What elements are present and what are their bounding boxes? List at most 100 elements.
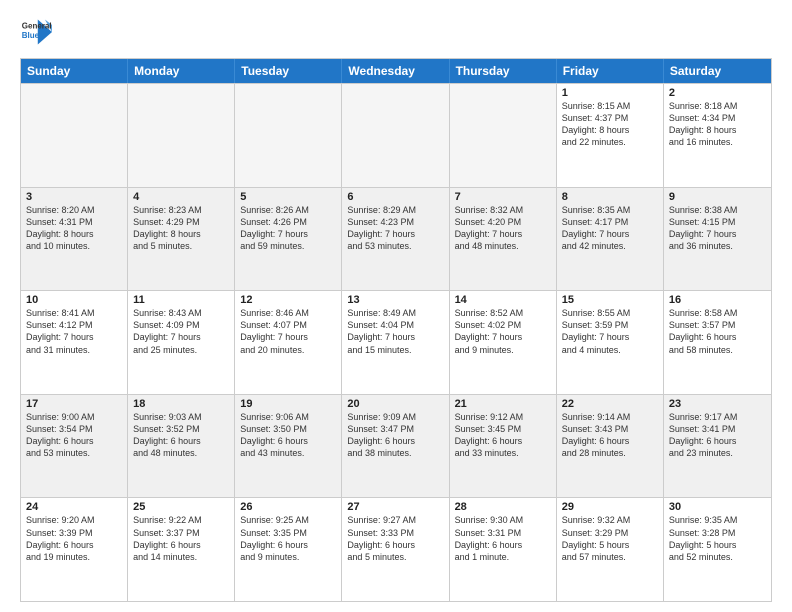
logo-icon: General Blue: [20, 16, 52, 48]
day-number: 1: [562, 87, 658, 99]
calendar-week-row: 17Sunrise: 9:00 AMSunset: 3:54 PMDayligh…: [21, 394, 771, 498]
day-number: 27: [347, 501, 443, 513]
calendar-header-cell: Saturday: [664, 59, 771, 83]
day-info: Sunrise: 8:55 AMSunset: 3:59 PMDaylight:…: [562, 307, 658, 356]
day-info: Sunrise: 9:00 AMSunset: 3:54 PMDaylight:…: [26, 411, 122, 460]
day-number: 5: [240, 191, 336, 203]
calendar-cell: 17Sunrise: 9:00 AMSunset: 3:54 PMDayligh…: [21, 395, 128, 498]
calendar-cell-empty: [21, 84, 128, 187]
day-info: Sunrise: 8:23 AMSunset: 4:29 PMDaylight:…: [133, 204, 229, 253]
day-number: 23: [669, 398, 766, 410]
calendar-cell: 27Sunrise: 9:27 AMSunset: 3:33 PMDayligh…: [342, 498, 449, 601]
day-number: 30: [669, 501, 766, 513]
svg-text:Blue: Blue: [22, 31, 40, 40]
day-number: 17: [26, 398, 122, 410]
calendar-cell: 29Sunrise: 9:32 AMSunset: 3:29 PMDayligh…: [557, 498, 664, 601]
calendar-header-cell: Wednesday: [342, 59, 449, 83]
day-number: 10: [26, 294, 122, 306]
calendar-cell: 25Sunrise: 9:22 AMSunset: 3:37 PMDayligh…: [128, 498, 235, 601]
calendar-cell: 1Sunrise: 8:15 AMSunset: 4:37 PMDaylight…: [557, 84, 664, 187]
day-number: 16: [669, 294, 766, 306]
day-info: Sunrise: 8:15 AMSunset: 4:37 PMDaylight:…: [562, 100, 658, 149]
calendar-header-cell: Thursday: [450, 59, 557, 83]
day-info: Sunrise: 9:03 AMSunset: 3:52 PMDaylight:…: [133, 411, 229, 460]
calendar-cell: 20Sunrise: 9:09 AMSunset: 3:47 PMDayligh…: [342, 395, 449, 498]
calendar-header-cell: Sunday: [21, 59, 128, 83]
day-info: Sunrise: 9:20 AMSunset: 3:39 PMDaylight:…: [26, 514, 122, 563]
day-number: 29: [562, 501, 658, 513]
calendar-cell: 12Sunrise: 8:46 AMSunset: 4:07 PMDayligh…: [235, 291, 342, 394]
calendar-cell-empty: [128, 84, 235, 187]
day-info: Sunrise: 8:43 AMSunset: 4:09 PMDaylight:…: [133, 307, 229, 356]
calendar-cell: 14Sunrise: 8:52 AMSunset: 4:02 PMDayligh…: [450, 291, 557, 394]
day-number: 7: [455, 191, 551, 203]
calendar-cell: 8Sunrise: 8:35 AMSunset: 4:17 PMDaylight…: [557, 188, 664, 291]
calendar-header-cell: Friday: [557, 59, 664, 83]
calendar-cell: 22Sunrise: 9:14 AMSunset: 3:43 PMDayligh…: [557, 395, 664, 498]
calendar-cell: 21Sunrise: 9:12 AMSunset: 3:45 PMDayligh…: [450, 395, 557, 498]
day-number: 3: [26, 191, 122, 203]
day-info: Sunrise: 8:20 AMSunset: 4:31 PMDaylight:…: [26, 204, 122, 253]
calendar: SundayMondayTuesdayWednesdayThursdayFrid…: [20, 58, 772, 602]
day-info: Sunrise: 9:22 AMSunset: 3:37 PMDaylight:…: [133, 514, 229, 563]
day-info: Sunrise: 9:17 AMSunset: 3:41 PMDaylight:…: [669, 411, 766, 460]
day-info: Sunrise: 9:25 AMSunset: 3:35 PMDaylight:…: [240, 514, 336, 563]
day-info: Sunrise: 8:32 AMSunset: 4:20 PMDaylight:…: [455, 204, 551, 253]
calendar-cell: 30Sunrise: 9:35 AMSunset: 3:28 PMDayligh…: [664, 498, 771, 601]
calendar-cell: 2Sunrise: 8:18 AMSunset: 4:34 PMDaylight…: [664, 84, 771, 187]
calendar-cell: 28Sunrise: 9:30 AMSunset: 3:31 PMDayligh…: [450, 498, 557, 601]
calendar-cell: 13Sunrise: 8:49 AMSunset: 4:04 PMDayligh…: [342, 291, 449, 394]
calendar-cell: 6Sunrise: 8:29 AMSunset: 4:23 PMDaylight…: [342, 188, 449, 291]
day-number: 11: [133, 294, 229, 306]
day-number: 6: [347, 191, 443, 203]
day-info: Sunrise: 8:49 AMSunset: 4:04 PMDaylight:…: [347, 307, 443, 356]
calendar-week-row: 24Sunrise: 9:20 AMSunset: 3:39 PMDayligh…: [21, 497, 771, 601]
calendar-cell: 11Sunrise: 8:43 AMSunset: 4:09 PMDayligh…: [128, 291, 235, 394]
day-info: Sunrise: 9:14 AMSunset: 3:43 PMDaylight:…: [562, 411, 658, 460]
day-info: Sunrise: 9:32 AMSunset: 3:29 PMDaylight:…: [562, 514, 658, 563]
calendar-week-row: 1Sunrise: 8:15 AMSunset: 4:37 PMDaylight…: [21, 83, 771, 187]
day-number: 20: [347, 398, 443, 410]
day-info: Sunrise: 9:27 AMSunset: 3:33 PMDaylight:…: [347, 514, 443, 563]
day-info: Sunrise: 8:29 AMSunset: 4:23 PMDaylight:…: [347, 204, 443, 253]
day-number: 8: [562, 191, 658, 203]
day-info: Sunrise: 8:18 AMSunset: 4:34 PMDaylight:…: [669, 100, 766, 149]
day-number: 21: [455, 398, 551, 410]
day-number: 15: [562, 294, 658, 306]
day-number: 25: [133, 501, 229, 513]
day-info: Sunrise: 8:46 AMSunset: 4:07 PMDaylight:…: [240, 307, 336, 356]
day-number: 2: [669, 87, 766, 99]
calendar-cell: 23Sunrise: 9:17 AMSunset: 3:41 PMDayligh…: [664, 395, 771, 498]
day-info: Sunrise: 9:06 AMSunset: 3:50 PMDaylight:…: [240, 411, 336, 460]
calendar-cell-empty: [450, 84, 557, 187]
day-number: 26: [240, 501, 336, 513]
day-info: Sunrise: 8:38 AMSunset: 4:15 PMDaylight:…: [669, 204, 766, 253]
day-info: Sunrise: 9:12 AMSunset: 3:45 PMDaylight:…: [455, 411, 551, 460]
day-info: Sunrise: 8:35 AMSunset: 4:17 PMDaylight:…: [562, 204, 658, 253]
day-number: 12: [240, 294, 336, 306]
day-number: 22: [562, 398, 658, 410]
page: General Blue SundayMondayTuesdayWednesda…: [0, 0, 792, 612]
day-number: 24: [26, 501, 122, 513]
calendar-cell: 18Sunrise: 9:03 AMSunset: 3:52 PMDayligh…: [128, 395, 235, 498]
calendar-cell: 3Sunrise: 8:20 AMSunset: 4:31 PMDaylight…: [21, 188, 128, 291]
day-number: 14: [455, 294, 551, 306]
calendar-header-cell: Tuesday: [235, 59, 342, 83]
day-number: 19: [240, 398, 336, 410]
calendar-cell-empty: [342, 84, 449, 187]
calendar-cell: 4Sunrise: 8:23 AMSunset: 4:29 PMDaylight…: [128, 188, 235, 291]
day-number: 13: [347, 294, 443, 306]
calendar-body: 1Sunrise: 8:15 AMSunset: 4:37 PMDaylight…: [21, 83, 771, 601]
calendar-week-row: 3Sunrise: 8:20 AMSunset: 4:31 PMDaylight…: [21, 187, 771, 291]
calendar-cell: 10Sunrise: 8:41 AMSunset: 4:12 PMDayligh…: [21, 291, 128, 394]
calendar-cell: 26Sunrise: 9:25 AMSunset: 3:35 PMDayligh…: [235, 498, 342, 601]
calendar-header-row: SundayMondayTuesdayWednesdayThursdayFrid…: [21, 59, 771, 83]
header: General Blue: [20, 16, 772, 48]
calendar-cell: 24Sunrise: 9:20 AMSunset: 3:39 PMDayligh…: [21, 498, 128, 601]
calendar-cell: 7Sunrise: 8:32 AMSunset: 4:20 PMDaylight…: [450, 188, 557, 291]
day-number: 18: [133, 398, 229, 410]
calendar-cell: 19Sunrise: 9:06 AMSunset: 3:50 PMDayligh…: [235, 395, 342, 498]
calendar-cell: 16Sunrise: 8:58 AMSunset: 3:57 PMDayligh…: [664, 291, 771, 394]
calendar-header-cell: Monday: [128, 59, 235, 83]
calendar-cell: 9Sunrise: 8:38 AMSunset: 4:15 PMDaylight…: [664, 188, 771, 291]
